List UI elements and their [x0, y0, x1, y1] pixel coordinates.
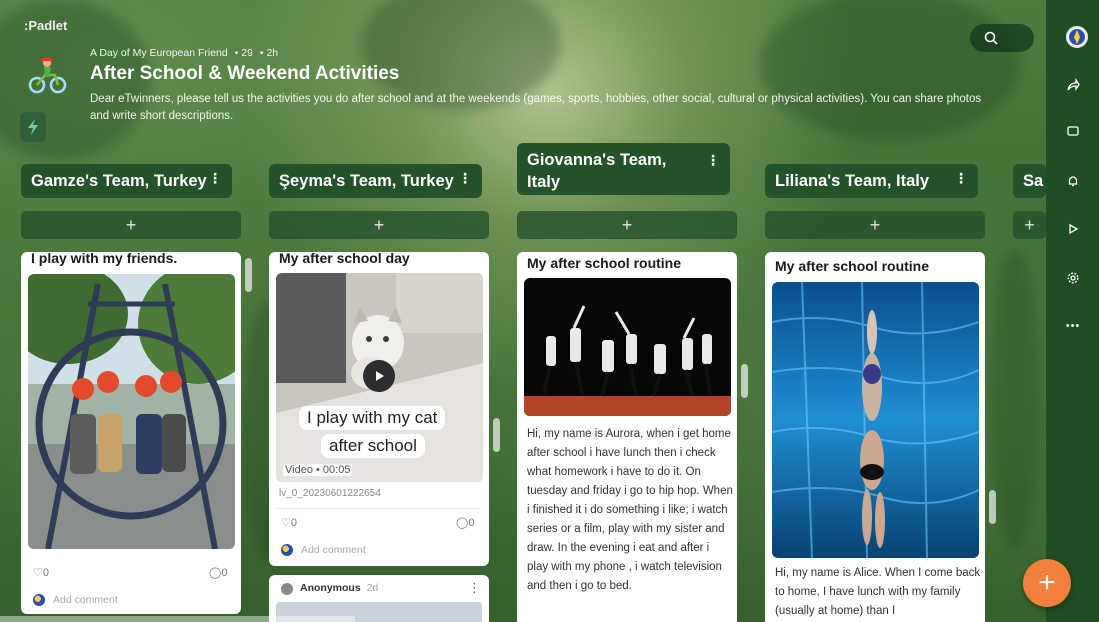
comment-button[interactable]: ◯0	[209, 566, 227, 579]
post-title: My after school routine	[527, 255, 682, 271]
add-comment[interactable]: Add comment	[281, 544, 366, 556]
search-button[interactable]	[970, 24, 1034, 52]
anonymous-avatar-icon	[281, 583, 293, 595]
more-vertical-icon[interactable]: ⋮	[468, 580, 481, 596]
column-header-gamze[interactable]: Gamze's Team, Turkey ⋮	[21, 164, 232, 198]
column-scrollbar[interactable]	[741, 364, 748, 398]
video-duration: Video • 00:05	[283, 464, 353, 476]
board-parent-title[interactable]: A Day of My European Friend	[90, 47, 228, 59]
add-comment[interactable]: Add comment	[33, 594, 118, 606]
column-title: Liliana's Team, Italy	[775, 172, 930, 190]
post-author: Anonymous 2d	[300, 582, 378, 594]
add-post-button[interactable]: +	[517, 211, 737, 239]
attachment-filename[interactable]: lv_0_20230601222654	[279, 488, 381, 499]
post-body: Hi, my name is Aurora, when i get home a…	[527, 428, 733, 592]
column-title: Şeyma's Team, Turkey	[279, 172, 454, 190]
comment-count: 0	[221, 567, 228, 579]
column-title: Giovanna's Team, Italy	[527, 151, 667, 191]
settings-icon[interactable]	[1062, 267, 1084, 289]
contributor-count: • 29	[234, 47, 253, 59]
like-button[interactable]: ♡0	[33, 566, 49, 579]
more-vertical-icon[interactable]: ⋮	[706, 149, 720, 171]
column-scrollbar[interactable]	[245, 258, 252, 292]
comment-button[interactable]: ◯0	[456, 516, 474, 529]
post-image[interactable]	[28, 274, 235, 549]
column-title: Sa	[1023, 172, 1044, 190]
column-header-giovanna[interactable]: Giovanna's Team, Italy ⋮	[517, 143, 730, 195]
padlet-logo[interactable]: :Padlet	[24, 18, 67, 33]
post-card[interactable]: My after school day I play with my cat a…	[269, 252, 489, 566]
right-toolbar: •••	[1046, 0, 1099, 622]
like-count: 0	[290, 517, 297, 529]
page-title: After School & Weekend Activities	[90, 63, 400, 84]
post-title: My after school day	[279, 252, 410, 266]
slideshow-icon[interactable]	[1062, 120, 1084, 142]
breadcrumb: A Day of My European Friend • 29 • 2h	[90, 47, 282, 59]
avatar[interactable]	[1066, 26, 1088, 48]
post-image[interactable]	[524, 278, 731, 416]
post-card[interactable]: My after school routine Hi, my name is A…	[517, 252, 737, 622]
add-post-button[interactable]: +	[765, 211, 985, 239]
column-header-partial[interactable]: Sa	[1013, 164, 1046, 198]
video-caption: after school	[321, 434, 425, 458]
post-body: Hi, my name is Alice. When I come back t…	[775, 567, 981, 617]
lightning-icon[interactable]	[20, 112, 46, 142]
comment-count: 0	[468, 517, 475, 529]
divider	[277, 508, 481, 509]
add-post-button[interactable]: +	[1013, 211, 1046, 239]
cyclist-icon	[27, 55, 69, 97]
add-post-button[interactable]: +	[269, 211, 489, 239]
play-icon[interactable]	[363, 360, 395, 392]
more-vertical-icon[interactable]: ⋮	[208, 170, 222, 187]
add-post-fab[interactable]: +	[1023, 559, 1071, 607]
user-avatar-icon	[33, 594, 45, 606]
more-vertical-icon[interactable]: ⋮	[954, 170, 968, 187]
author-name: Anonymous	[300, 582, 361, 594]
add-comment-placeholder: Add comment	[301, 544, 366, 556]
post-card[interactable]: My after school routine Hi, my name is A…	[765, 252, 985, 622]
more-icon[interactable]: •••	[1062, 315, 1084, 337]
add-post-button[interactable]: +	[21, 211, 241, 239]
like-button[interactable]: ♡0	[281, 516, 297, 529]
column-header-liliana[interactable]: Liliana's Team, Italy ⋮	[765, 164, 978, 198]
like-count: 0	[42, 567, 49, 579]
user-avatar-icon	[281, 544, 293, 556]
last-updated: • 2h	[259, 47, 279, 59]
column-scrollbar[interactable]	[493, 418, 500, 452]
horizontal-scrollbar[interactable]	[0, 616, 355, 622]
share-icon[interactable]	[1062, 74, 1084, 96]
post-image[interactable]	[772, 282, 979, 558]
bell-icon[interactable]	[1062, 170, 1084, 192]
search-icon	[984, 31, 998, 45]
board-description: Dear eTwinners, please tell us the activ…	[90, 93, 982, 122]
column-header-seyma[interactable]: Şeyma's Team, Turkey ⋮	[269, 164, 482, 198]
more-vertical-icon[interactable]: ⋮	[458, 170, 472, 187]
post-card[interactable]: I play with my friends. ♡0 ◯0 Add commen…	[21, 252, 241, 614]
post-time: 2d	[366, 582, 379, 594]
column-title: Gamze's Team, Turkey	[31, 172, 207, 190]
post-title: I play with my friends.	[31, 252, 178, 266]
post-title: My after school routine	[775, 258, 930, 274]
add-comment-placeholder: Add comment	[53, 594, 118, 606]
post-card[interactable]: Anonymous 2d ⋮	[269, 575, 489, 622]
column-scrollbar[interactable]	[989, 490, 996, 524]
video-caption: I play with my cat	[299, 406, 446, 430]
play-icon[interactable]	[1062, 218, 1084, 240]
